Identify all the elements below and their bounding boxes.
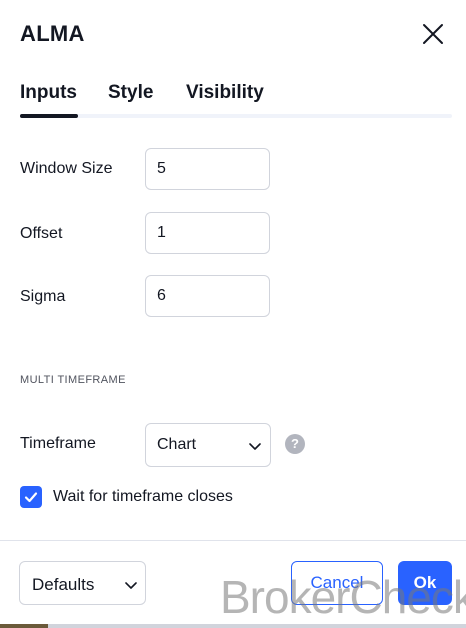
close-icon[interactable] xyxy=(419,20,447,48)
help-icon[interactable]: ? xyxy=(285,434,305,454)
alma-settings-dialog: ALMA Inputs Style Visibility Window Size… xyxy=(0,0,466,628)
timeframe-select-value: Chart xyxy=(157,436,197,453)
window-size-label: Window Size xyxy=(20,160,113,177)
timeframe-select[interactable]: Chart xyxy=(145,423,271,467)
tab-bar: Inputs Style Visibility xyxy=(0,78,466,122)
bottom-strip xyxy=(0,624,466,628)
offset-label: Offset xyxy=(20,225,63,242)
cancel-button[interactable]: Cancel xyxy=(291,561,383,605)
offset-input[interactable] xyxy=(145,212,270,254)
sigma-input[interactable] xyxy=(145,275,270,317)
wait-timeframe-label[interactable]: Wait for timeframe closes xyxy=(53,488,233,506)
chevron-down-icon xyxy=(248,439,262,453)
wait-timeframe-checkbox[interactable] xyxy=(20,486,42,508)
tab-track xyxy=(20,114,452,118)
defaults-dropdown[interactable]: Defaults xyxy=(19,561,146,605)
bottom-strip-dark xyxy=(0,624,48,628)
footer-divider xyxy=(0,540,466,541)
multi-timeframe-section-title: MULTI TIMEFRAME xyxy=(20,374,126,386)
tab-inputs[interactable]: Inputs xyxy=(20,82,77,104)
window-size-input[interactable] xyxy=(145,148,270,190)
tab-style[interactable]: Style xyxy=(108,82,153,104)
defaults-label: Defaults xyxy=(32,575,95,594)
tab-active-indicator xyxy=(20,114,78,118)
dialog-header: ALMA xyxy=(0,0,466,70)
sigma-label: Sigma xyxy=(20,288,66,305)
chevron-down-icon xyxy=(124,578,138,592)
dialog-title: ALMA xyxy=(20,21,85,46)
timeframe-label: Timeframe xyxy=(20,435,96,452)
ok-button[interactable]: Ok xyxy=(398,561,452,605)
tab-visibility[interactable]: Visibility xyxy=(186,82,264,104)
checkmark-icon xyxy=(24,492,38,503)
